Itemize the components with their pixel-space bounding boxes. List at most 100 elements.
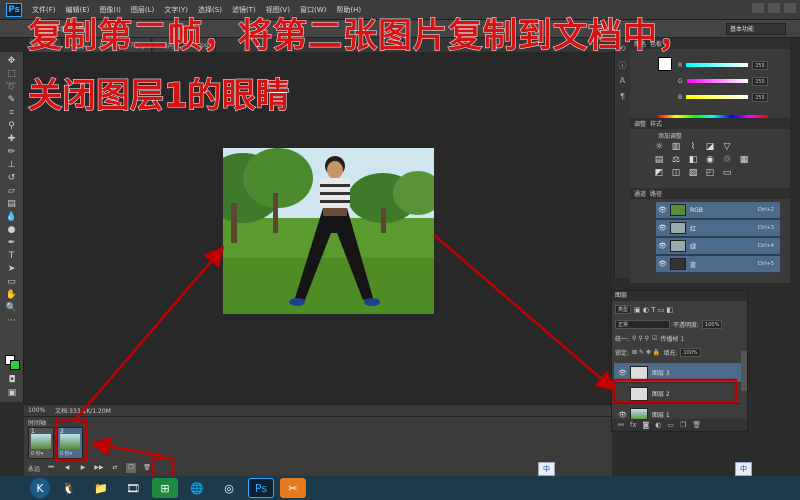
layers-scrollbar[interactable] xyxy=(741,351,747,391)
gradient-map-icon[interactable]: ▭ xyxy=(720,168,734,178)
loop-select[interactable]: 永远 xyxy=(28,464,40,473)
photoshop-taskbar-icon[interactable]: Ps xyxy=(248,478,274,498)
photo-filter-icon[interactable]: ◉ xyxy=(703,155,717,165)
more-tools-icon[interactable]: ··· xyxy=(5,316,19,327)
opacity-input[interactable]: 100% xyxy=(702,320,723,329)
move-tool-icon[interactable]: ✥ xyxy=(5,56,19,67)
green-slider[interactable]: G 255 xyxy=(678,75,768,87)
fx-icon[interactable]: fx xyxy=(630,421,637,429)
shape-tool-icon[interactable]: ▭ xyxy=(5,277,19,288)
layer-kind-select[interactable]: 类型 xyxy=(615,305,632,314)
selective-color-icon[interactable]: ◰ xyxy=(703,168,717,178)
dodge-tool-icon[interactable]: ● xyxy=(5,225,19,236)
channel-row[interactable]: 👁 红 Ctrl+3 xyxy=(656,220,780,237)
levels-icon[interactable]: ▥ xyxy=(669,142,683,152)
tab-channels[interactable]: 通道 xyxy=(634,189,646,198)
channel-row[interactable]: 👁 蓝 Ctrl+5 xyxy=(656,256,780,273)
gradient-tool-icon[interactable]: ▤ xyxy=(5,199,19,210)
curves-icon[interactable]: ⌇ xyxy=(686,142,700,152)
filter-icons[interactable]: ▣ ◐ T ▭ ◧ xyxy=(634,306,673,314)
animation-frame[interactable]: 1 0 秒▾ xyxy=(28,427,54,459)
vibrance-icon[interactable]: ▽ xyxy=(720,142,734,152)
background-color-swatch[interactable] xyxy=(10,360,20,370)
eye-icon[interactable]: 👁 xyxy=(658,206,667,214)
eye-icon[interactable]: 👁 xyxy=(658,242,667,250)
mask-icon[interactable]: ◙ xyxy=(642,421,649,429)
layer-row[interactable]: 图层 2 xyxy=(614,384,741,404)
invert-icon[interactable]: ◩ xyxy=(652,168,666,178)
folder-icon[interactable]: 📁 xyxy=(88,478,114,498)
paragraph-icon[interactable]: ¶ xyxy=(618,92,628,102)
lock-icons[interactable]: ⊠ ✎ ✥ 🔒 xyxy=(632,349,660,356)
character-icon[interactable]: A xyxy=(618,76,628,86)
animation-frame-selected[interactable]: 2 0 秒▾ xyxy=(57,427,83,459)
channel-row[interactable]: 👁 绿 Ctrl+4 xyxy=(656,238,780,255)
close-button[interactable] xyxy=(784,3,796,13)
unify-icons[interactable]: ⚲ ⚲ ⚲ xyxy=(632,335,649,342)
threshold-icon[interactable]: ▨ xyxy=(686,168,700,178)
blur-tool-icon[interactable]: 💧 xyxy=(5,212,19,223)
group-icon[interactable]: ▭ xyxy=(667,421,674,429)
link-icon[interactable]: ⚯ xyxy=(618,421,624,429)
film-icon[interactable]: 🎞 xyxy=(120,478,146,498)
brush-tool-icon[interactable]: ✏ xyxy=(5,147,19,158)
prev-frame-icon[interactable]: ◀ xyxy=(62,463,72,473)
type-tool-icon[interactable]: T xyxy=(5,251,19,262)
mixer-icon[interactable]: ♲ xyxy=(720,155,734,165)
tool-app-icon[interactable]: ✂ xyxy=(280,478,306,498)
eraser-tool-icon[interactable]: ▱ xyxy=(5,186,19,197)
delete-frame-icon[interactable]: 🗑 xyxy=(142,463,152,473)
sync-icon[interactable]: ◎ xyxy=(216,478,242,498)
minimize-button[interactable] xyxy=(752,3,764,13)
duplicate-frame-icon[interactable]: ❐ xyxy=(126,463,137,473)
first-frame-icon[interactable]: ⏮ xyxy=(46,463,56,473)
tab-adjustments[interactable]: 调整 xyxy=(634,119,646,128)
quick-select-tool-icon[interactable]: ✎ xyxy=(5,95,19,106)
adjustment-layer-icon[interactable]: ◐ xyxy=(655,421,661,429)
screen-mode-icon[interactable]: ▣ xyxy=(5,388,19,399)
balance-icon[interactable]: ⚖ xyxy=(669,155,683,165)
fill-input[interactable]: 100% xyxy=(680,348,701,357)
pen-tool-icon[interactable]: ✒ xyxy=(5,238,19,249)
maximize-button[interactable] xyxy=(768,3,780,13)
quick-mask-icon[interactable]: ◘ xyxy=(5,375,19,386)
layer-row[interactable]: 👁 图层 3 xyxy=(614,363,741,383)
frame-delay[interactable]: 0 秒▾ xyxy=(31,450,43,457)
trash-icon[interactable]: 🗑 xyxy=(692,421,701,429)
tab-paths[interactable]: 路径 xyxy=(650,189,662,198)
store-icon[interactable]: ⊞ xyxy=(152,478,178,498)
stamp-tool-icon[interactable]: ⊥ xyxy=(5,160,19,171)
eye-icon[interactable]: 👁 xyxy=(618,369,627,377)
zoom-level[interactable]: 100% xyxy=(28,407,45,414)
browser-icon[interactable]: 🌐 xyxy=(184,478,210,498)
healing-tool-icon[interactable]: ✚ xyxy=(5,134,19,145)
lookup-icon[interactable]: ▦ xyxy=(737,155,751,165)
red-slider[interactable]: R 255 xyxy=(678,59,768,71)
ime-indicator-2[interactable]: 中 xyxy=(735,462,752,476)
marquee-tool-icon[interactable]: ⬚ xyxy=(5,69,19,80)
play-icon[interactable]: ▶ xyxy=(78,463,88,473)
exposure-icon[interactable]: ◪ xyxy=(703,142,717,152)
hue-icon[interactable]: ▤ xyxy=(652,155,666,165)
brightness-icon[interactable]: ☼ xyxy=(652,142,666,152)
history-brush-icon[interactable]: ↺ xyxy=(5,173,19,184)
tab-styles[interactable]: 样式 xyxy=(650,119,662,128)
k-app-icon[interactable]: K xyxy=(30,478,50,498)
lasso-tool-icon[interactable]: ➰ xyxy=(5,82,19,93)
next-frame-icon[interactable]: ▶▶ xyxy=(94,463,104,473)
eye-icon[interactable]: 👁 xyxy=(618,411,627,419)
bw-icon[interactable]: ◧ xyxy=(686,155,700,165)
zoom-tool-icon[interactable]: 🔍 xyxy=(5,303,19,314)
posterize-icon[interactable]: ◫ xyxy=(669,168,683,178)
hand-tool-icon[interactable]: ✋ xyxy=(5,290,19,301)
frame-delay[interactable]: 0 秒▾ xyxy=(60,450,72,457)
tween-icon[interactable]: ⇄ xyxy=(110,463,120,473)
path-select-tool-icon[interactable]: ➤ xyxy=(5,264,19,275)
qq-icon[interactable]: 🐧 xyxy=(56,478,82,498)
properties-icon[interactable]: ⓘ xyxy=(618,60,628,70)
blend-mode-select[interactable]: 正常 xyxy=(615,320,670,329)
propagate-checkbox[interactable]: ☑ xyxy=(652,335,657,342)
channel-row[interactable]: 👁 RGB Ctrl+2 xyxy=(656,202,780,219)
crop-tool-icon[interactable]: ⌗ xyxy=(5,108,19,119)
canvas-photo[interactable] xyxy=(223,148,434,314)
